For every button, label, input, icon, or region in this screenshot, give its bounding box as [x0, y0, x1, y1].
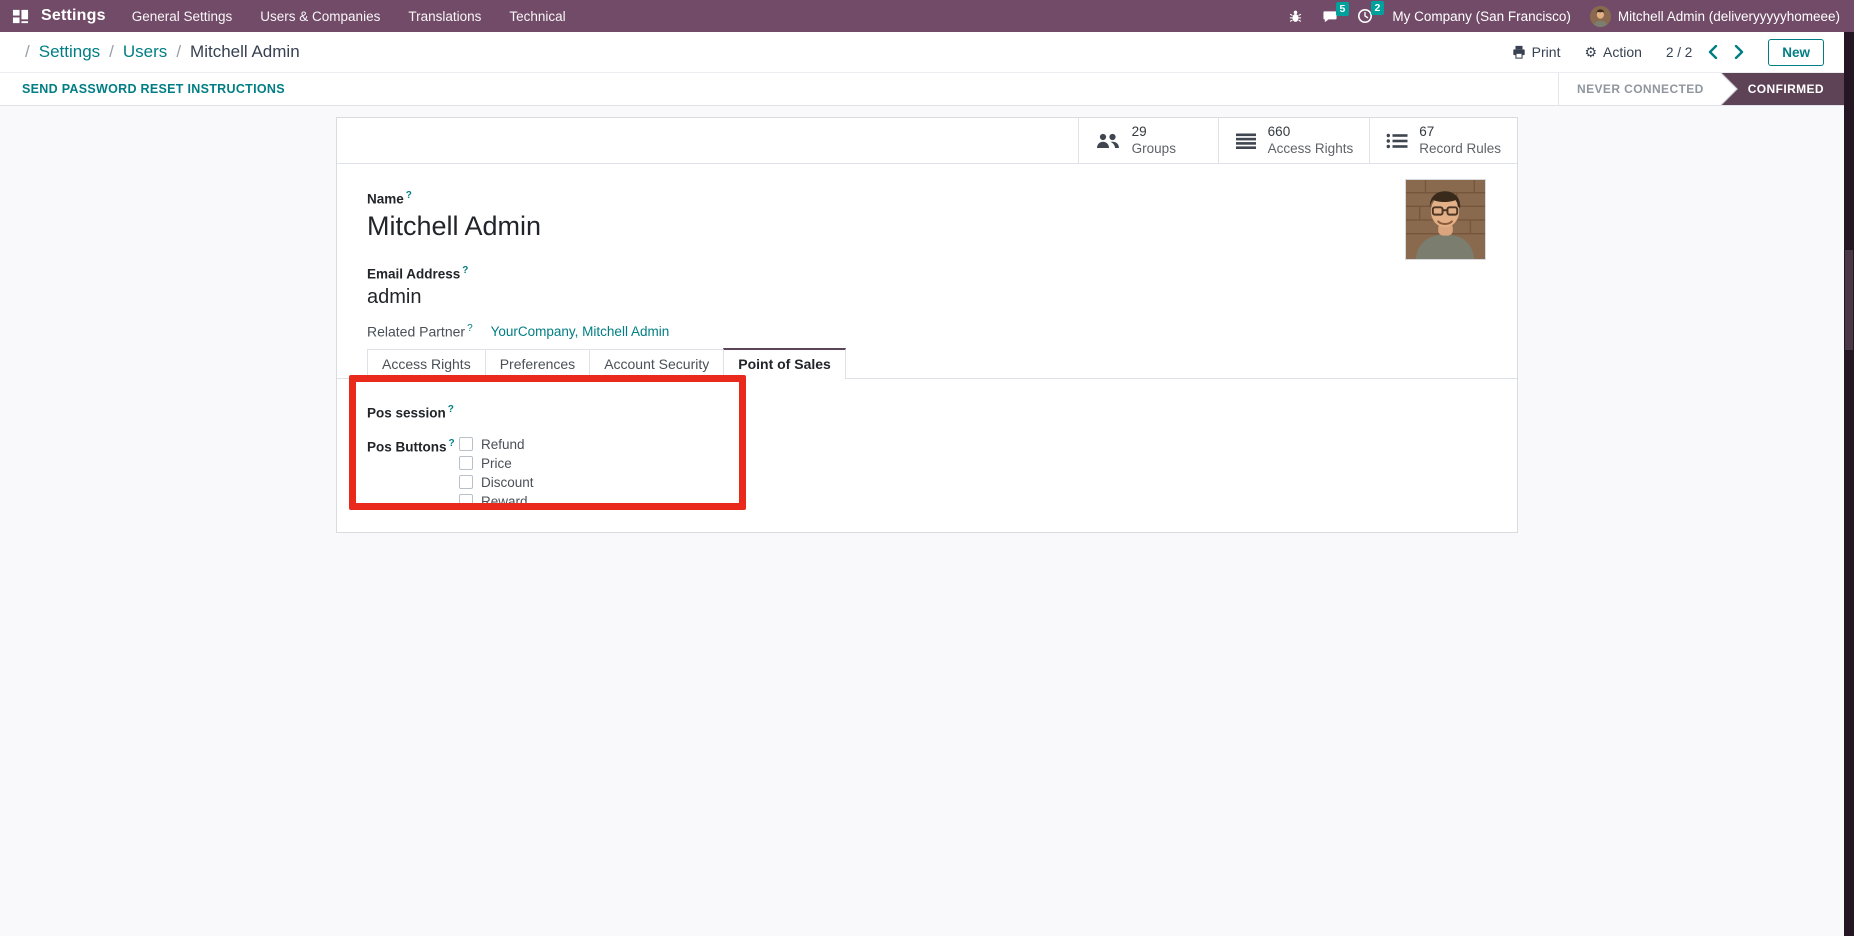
- users-icon: [1095, 132, 1121, 150]
- breadcrumb-item: Users: [100, 42, 167, 62]
- breadcrumb-link[interactable]: Mitchell Admin: [190, 42, 300, 62]
- help-marker: ?: [462, 264, 469, 276]
- pos-button-option[interactable]: Discount: [459, 473, 534, 492]
- user-avatar-icon: [1589, 5, 1611, 27]
- control-panel-actions: Print ⚙ Action 2 / 2 New: [1512, 38, 1838, 66]
- print-button[interactable]: Print: [1512, 44, 1560, 60]
- name-field-value[interactable]: Mitchell Admin: [367, 211, 1487, 242]
- status-step[interactable]: NEVER CONNECTED: [1558, 73, 1722, 105]
- stat-button[interactable]: 29 Groups: [1077, 118, 1218, 163]
- current-app-name[interactable]: Settings: [41, 7, 106, 25]
- debug-bug-icon[interactable]: [1288, 9, 1303, 24]
- vertical-scrollbar[interactable]: [1844, 32, 1854, 936]
- list-icon: [1235, 132, 1257, 150]
- pager-previous-icon[interactable]: [1708, 45, 1718, 59]
- stat-button[interactable]: 67 Record Rules: [1369, 118, 1517, 163]
- form-sheet: 29 Groups 660 Access Rights 67 Record Ru…: [336, 117, 1518, 533]
- action-button[interactable]: ⚙ Action: [1584, 44, 1641, 60]
- help-marker: ?: [467, 323, 473, 335]
- scrollbar-thumb[interactable]: [1845, 250, 1853, 350]
- email-field-label: Email Address?: [367, 264, 469, 282]
- messages-icon[interactable]: 5: [1322, 1, 1350, 24]
- breadcrumb: Settings Users Mitchell Admin: [16, 42, 300, 62]
- notebook-tab[interactable]: Account Security: [589, 349, 725, 378]
- activities-clock-icon[interactable]: 2: [1357, 1, 1385, 24]
- pager: 2 / 2: [1666, 45, 1744, 60]
- stat-button[interactable]: 660 Access Rights: [1217, 118, 1370, 163]
- pos-button-option[interactable]: Refund: [459, 435, 534, 454]
- checkbox[interactable]: [459, 456, 473, 470]
- related-partner-row: Related Partner? YourCompany, Mitchell A…: [367, 323, 1487, 340]
- user-menu[interactable]: Mitchell Admin (deliveryyyyyhomeee): [1589, 5, 1840, 27]
- breadcrumb-item: Settings: [16, 42, 100, 62]
- notebook-tabs: Access Rights Preferences Account Security…: [337, 348, 1517, 379]
- gear-icon: ⚙: [1584, 44, 1598, 60]
- pos-session-label: Pos session?: [367, 404, 454, 421]
- apps-menu-icon[interactable]: [12, 8, 29, 25]
- checkbox[interactable]: [459, 494, 473, 508]
- point-of-sales-tab-content: Pos session? Pos Buttons? Refund Price D…: [337, 379, 1517, 511]
- pos-button-option[interactable]: Reward: [459, 492, 534, 511]
- status-step[interactable]: CONFIRMED: [1721, 73, 1844, 105]
- navbar-menu-item[interactable]: Technical: [509, 9, 565, 24]
- systray: 5 2 My Company (San Francisco) Mitchell …: [1288, 1, 1840, 27]
- checkbox[interactable]: [459, 475, 473, 489]
- pager-next-icon[interactable]: [1734, 45, 1744, 59]
- notebook: Access Rights Preferences Account Security…: [337, 348, 1517, 511]
- messages-count-badge: 5: [1335, 1, 1350, 16]
- related-partner-label: Related Partner?: [367, 323, 473, 340]
- form-action-bar: SEND PASSWORD RESET INSTRUCTIONS NEVER C…: [0, 73, 1854, 106]
- help-marker: ?: [447, 404, 454, 415]
- navbar-menus: General Settings Users & Companies Transla…: [132, 9, 566, 24]
- pos-buttons-label: Pos Buttons?: [367, 437, 455, 455]
- email-field-value[interactable]: admin: [367, 285, 1487, 309]
- form-view: 29 Groups 660 Access Rights 67 Record Ru…: [0, 117, 1854, 936]
- breadcrumb-item: Mitchell Admin: [167, 42, 300, 62]
- pos-button-option[interactable]: Price: [459, 454, 534, 473]
- navbar-menu-item[interactable]: Users & Companies: [260, 9, 380, 24]
- printer-icon: [1512, 45, 1526, 59]
- pager-value[interactable]: 2 / 2: [1666, 45, 1692, 60]
- sheet-main: Name? Mitchell Admin Email Address? admi…: [337, 164, 1517, 340]
- pos-buttons-options: Refund Price Discount Reward: [459, 435, 534, 511]
- help-marker: ?: [405, 190, 412, 201]
- activities-count-badge: 2: [1370, 1, 1385, 15]
- notebook-tab[interactable]: Preferences: [484, 349, 591, 378]
- help-marker: ?: [448, 437, 455, 449]
- stat-button-row: 29 Groups 660 Access Rights 67 Record Ru…: [337, 118, 1517, 164]
- related-partner-link[interactable]: YourCompany, Mitchell Admin: [491, 324, 670, 339]
- breadcrumb-link[interactable]: Users: [123, 42, 167, 62]
- notebook-tab[interactable]: Access Rights: [367, 349, 486, 378]
- user-menu-label: Mitchell Admin (deliveryyyyyhomeee): [1617, 8, 1840, 24]
- list-bullets-icon: [1386, 132, 1408, 150]
- name-field-label: Name?: [367, 190, 412, 207]
- company-switcher[interactable]: My Company (San Francisco): [1392, 9, 1571, 24]
- navbar-menu-item[interactable]: Translations: [408, 9, 481, 24]
- new-record-button[interactable]: New: [1768, 38, 1824, 66]
- breadcrumb-link[interactable]: Settings: [39, 42, 100, 62]
- send-password-reset-button[interactable]: SEND PASSWORD RESET INSTRUCTIONS: [22, 82, 285, 96]
- user-photo[interactable]: [1405, 179, 1486, 260]
- notebook-tab[interactable]: Point of Sales: [723, 348, 846, 379]
- checkbox[interactable]: [459, 437, 473, 451]
- navbar-menu-item[interactable]: General Settings: [132, 9, 233, 24]
- top-navbar: Settings General Settings Users & Compani…: [0, 0, 1854, 32]
- control-panel: Settings Users Mitchell Admin Print ⚙ Ac…: [0, 32, 1854, 73]
- statusbar: NEVER CONNECTED CONFIRMED: [1558, 73, 1844, 105]
